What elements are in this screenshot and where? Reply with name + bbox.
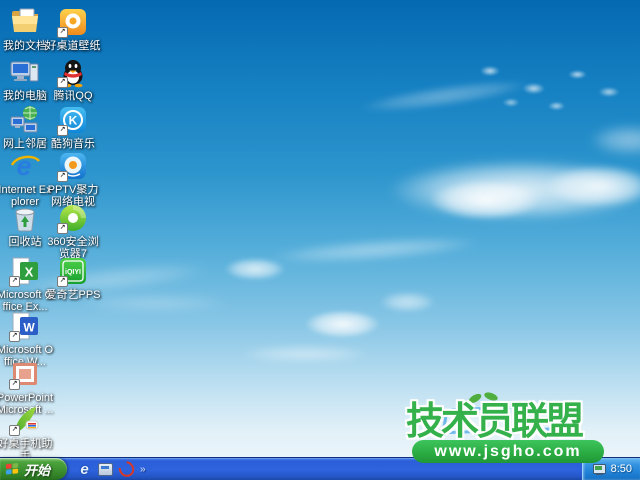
- shortcut-arrow-icon: [9, 276, 20, 287]
- iqiyi-pps-icon: iQIYI: [57, 255, 89, 287]
- phone-assistant-icon: [9, 404, 41, 436]
- cloud: [305, 310, 380, 338]
- quicklaunch-show-desktop-icon[interactable]: [98, 462, 113, 477]
- desktop[interactable]: 我的文档 我的电脑 网上邻居 e Internet Explorer 回收站 X…: [0, 0, 640, 480]
- my-computer-icon: [9, 56, 41, 88]
- cloud: [225, 258, 285, 280]
- desktop-icon-label: 酷狗音乐: [51, 138, 95, 150]
- recycle-bin-icon: [9, 202, 41, 234]
- desktop-icon-360-browser[interactable]: 360安全浏览器7: [44, 202, 102, 260]
- shortcut-arrow-icon: [57, 223, 68, 234]
- watermark: 技术员联盟 www.jsgho.com: [404, 390, 610, 466]
- svg-text:W: W: [23, 321, 35, 335]
- cloud: [380, 292, 435, 312]
- my-documents-icon: [9, 6, 41, 38]
- start-button-label: 开始: [24, 462, 51, 478]
- powerpoint-icon: [9, 358, 41, 390]
- desktop-icon-label: 爱奇艺PPS: [45, 289, 101, 301]
- tray-clock[interactable]: 8:50: [611, 463, 632, 475]
- cloud: [240, 346, 370, 362]
- network-places-icon: [9, 104, 41, 136]
- shortcut-arrow-icon: [9, 331, 20, 342]
- svg-text:e: e: [16, 151, 31, 181]
- desktop-icon-pptv[interactable]: PPTV聚力 网络电视: [44, 150, 102, 208]
- word-icon: W: [9, 310, 41, 342]
- shortcut-arrow-icon: [9, 425, 20, 436]
- excel-icon: X: [9, 255, 41, 287]
- watermark-title: 技术员联盟: [406, 401, 584, 443]
- qq-penguin-icon: [57, 56, 89, 88]
- desktop-icon-kugou-music[interactable]: K 酷狗音乐: [44, 104, 102, 150]
- shortcut-arrow-icon: [57, 276, 68, 287]
- windows-logo-icon: [5, 462, 19, 474]
- quick-launch-bar: e »: [67, 458, 152, 480]
- kugou-icon: K: [57, 104, 89, 136]
- desktop-icon-tencent-qq[interactable]: 腾讯QQ: [44, 56, 102, 102]
- cloud: [359, 74, 531, 118]
- cloud: [455, 50, 630, 120]
- wallpaper-app-icon: [57, 6, 89, 38]
- watermark-url-badge: www.jsgho.com: [412, 440, 604, 463]
- cloud: [390, 160, 640, 220]
- shortcut-arrow-icon: [57, 27, 68, 38]
- internet-explorer-icon: e: [9, 150, 41, 182]
- pptv-icon: [57, 150, 89, 182]
- quicklaunch-media-player-icon[interactable]: [115, 458, 138, 480]
- cloud: [590, 125, 640, 155]
- start-button[interactable]: 开始: [0, 458, 67, 480]
- desktop-icon-haozhuo-phone-assistant[interactable]: 好桌手机助手: [0, 404, 54, 462]
- desktop-icon-label: 好桌道壁纸: [45, 40, 101, 52]
- shortcut-arrow-icon: [57, 77, 68, 88]
- desktop-icon-label: 腾讯QQ: [53, 90, 93, 102]
- svg-text:iQIYI: iQIYI: [65, 269, 81, 276]
- quicklaunch-internet-explorer-icon[interactable]: e: [77, 461, 92, 478]
- desktop-icon-iqiyi-pps[interactable]: iQIYI 爱奇艺PPS: [44, 255, 102, 301]
- shortcut-arrow-icon: [57, 171, 68, 182]
- cloud: [430, 180, 540, 220]
- shortcut-arrow-icon: [57, 125, 68, 136]
- cloud: [269, 232, 481, 268]
- cloud: [545, 165, 640, 207]
- svg-text:X: X: [25, 265, 34, 280]
- 360-browser-icon: [57, 202, 89, 234]
- cloud: [80, 295, 230, 311]
- desktop-icon-haozhuodao-wallpaper[interactable]: 好桌道壁纸: [44, 6, 102, 52]
- svg-text:K: K: [69, 114, 78, 128]
- shortcut-arrow-icon: [9, 379, 20, 390]
- quicklaunch-overflow-chevron[interactable]: »: [140, 464, 146, 475]
